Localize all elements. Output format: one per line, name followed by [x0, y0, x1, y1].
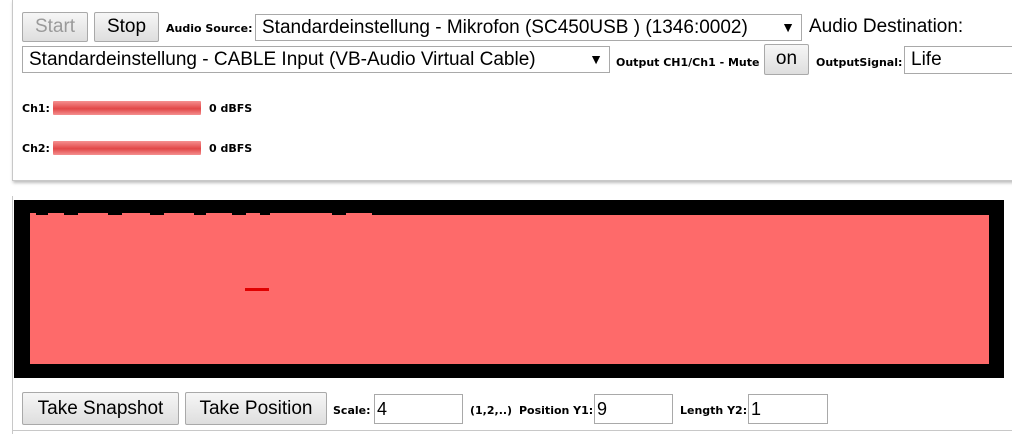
scale-label: Scale: [333, 404, 371, 417]
signal-display-area [30, 215, 989, 364]
length-y2-label: Length Y2: [680, 404, 748, 417]
take-position-button[interactable]: Take Position [185, 392, 327, 425]
audio-destination-label: Audio Destination: [809, 16, 964, 37]
ch2-label: Ch2: [22, 142, 50, 155]
audio-source-value: Standardeinstellung - Mikrofon (SC450USB… [262, 17, 748, 38]
start-button[interactable]: Start [22, 12, 88, 42]
ch1-dbfs-readout: 0 dBFS [209, 102, 253, 115]
position-marker [245, 288, 269, 291]
chevron-down-icon: ▼ [589, 51, 603, 67]
audio-source-label: Audio Source: [166, 22, 253, 35]
mute-toggle-button[interactable]: on [764, 44, 809, 75]
audio-source-select[interactable]: Standardeinstellung - Mikrofon (SC450USB… [255, 14, 802, 41]
take-snapshot-button[interactable]: Take Snapshot [22, 392, 179, 425]
panel-bottom-divider [12, 430, 1012, 431]
output-signal-value: Life [911, 49, 942, 70]
ch2-dbfs-readout: 0 dBFS [209, 142, 253, 155]
length-y2-input[interactable]: 1 [748, 394, 828, 424]
audio-destination-select[interactable]: Standardeinstellung - CABLE Input (VB-Au… [22, 46, 610, 73]
output-signal-select[interactable]: Life [904, 46, 1012, 74]
stop-button[interactable]: Stop [94, 12, 159, 42]
canvas-top-edge [30, 213, 380, 217]
output-signal-label: OutputSignal: [816, 56, 903, 69]
ch2-level-meter [53, 141, 201, 155]
scale-input[interactable]: 4 [374, 394, 463, 424]
output-mute-label: Output CH1/Ch1 - Mute [616, 56, 760, 69]
scale-hint: (1,2,..) [470, 404, 513, 417]
ch1-label: Ch1: [22, 102, 50, 115]
ch1-level-meter [53, 101, 201, 115]
chevron-down-icon: ▼ [781, 19, 795, 35]
position-y1-label: Position Y1: [519, 404, 594, 417]
audio-destination-value: Standardeinstellung - CABLE Input (VB-Au… [29, 49, 536, 70]
position-y1-input[interactable]: 9 [594, 394, 673, 424]
